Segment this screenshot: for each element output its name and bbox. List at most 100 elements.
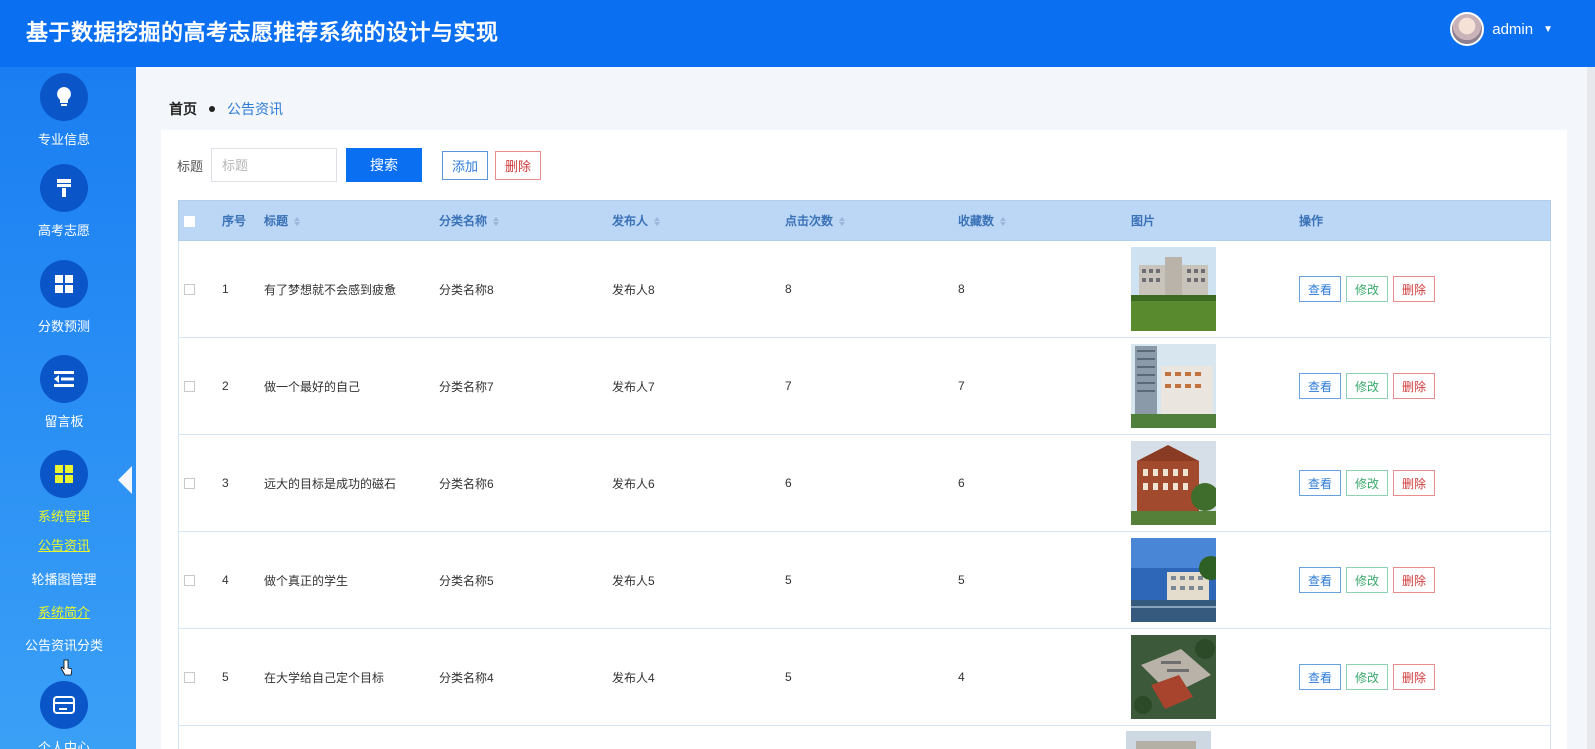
sort-icon[interactable]	[294, 217, 301, 227]
cell-publisher: 发布人5	[612, 573, 655, 588]
sort-icon[interactable]	[839, 217, 846, 227]
cell-category: 分类名称6	[439, 476, 494, 491]
submenu-system-intro[interactable]: 系统简介	[0, 602, 128, 621]
column-header-category[interactable]: 分类名称	[439, 212, 612, 229]
edit-button[interactable]: 修改	[1346, 664, 1388, 690]
cell-favorites: 8	[958, 282, 965, 296]
sidebar-item-label: 分数预测	[37, 319, 90, 334]
select-all-checkbox[interactable]	[184, 215, 195, 227]
batch-delete-button[interactable]: 删除	[495, 150, 542, 180]
user-menu[interactable]: admin ▼	[1450, 12, 1553, 46]
cell-title: 做一个最好的自己	[264, 379, 361, 394]
table-header: 序号 标题 分类名称 发布人 点击次数 收藏数 图片 操作	[178, 200, 1551, 241]
cell-title: 远大的目标是成功的磁石	[264, 476, 397, 491]
cell-favorites: 5	[958, 573, 965, 587]
cell-title: 有了梦想就不会感到疲惫	[264, 282, 397, 297]
column-header-title[interactable]: 标题	[264, 212, 439, 229]
row-checkbox[interactable]	[184, 672, 195, 684]
row-checkbox[interactable]	[184, 381, 195, 393]
sort-icon[interactable]	[493, 217, 500, 227]
cell-clicks: 6	[785, 476, 792, 490]
top-header: 基于数据挖掘的高考志愿推荐系统的设计与实现 admin ▼	[0, 0, 1595, 67]
breadcrumb-home[interactable]: 首页	[169, 99, 197, 119]
sidebar: 专业信息 高考志愿 分数预测 留言板 系统管理 公告资讯 轮播图管理 系统简介 …	[0, 67, 136, 749]
edit-button[interactable]: 修改	[1346, 373, 1388, 399]
submenu-carousel[interactable]: 轮播图管理	[0, 569, 128, 588]
system-title: 基于数据挖掘的高考志愿推荐系统的设计与实现	[26, 20, 499, 45]
search-label: 标题	[177, 158, 204, 174]
sidebar-item-system-management[interactable]: 系统管理	[0, 450, 128, 525]
lightbulb-icon	[40, 73, 88, 121]
cell-index: 1	[222, 282, 229, 296]
cell-category: 分类名称7	[439, 379, 494, 394]
edit-button[interactable]: 修改	[1346, 567, 1388, 593]
column-header-clicks[interactable]: 点击次数	[785, 212, 958, 229]
sidebar-item-label: 个人中心	[37, 740, 90, 749]
cell-index: 5	[222, 670, 229, 684]
submenu-announcement-category[interactable]: 公告资讯分类	[0, 635, 128, 654]
grid-icon	[40, 260, 88, 308]
cell-clicks: 5	[785, 670, 792, 684]
delete-button[interactable]: 删除	[1393, 276, 1435, 302]
delete-button[interactable]: 删除	[1393, 373, 1435, 399]
sidebar-item-volunteer[interactable]: 高考志愿	[0, 164, 128, 239]
sort-icon[interactable]	[654, 217, 661, 227]
cell-index: 4	[222, 573, 229, 587]
delete-button[interactable]: 删除	[1393, 664, 1435, 690]
table-row-partial	[178, 726, 1551, 749]
row-checkbox[interactable]	[184, 575, 195, 587]
delete-button[interactable]: 删除	[1393, 470, 1435, 496]
delete-button[interactable]: 删除	[1393, 567, 1435, 593]
chevron-down-icon[interactable]: ▼	[1543, 24, 1553, 35]
view-button[interactable]: 查看	[1299, 664, 1341, 690]
campus-building-image[interactable]	[1126, 731, 1211, 749]
sidebar-item-personal-center[interactable]: 个人中心	[0, 681, 128, 749]
campus-building-image[interactable]	[1131, 441, 1216, 525]
view-button[interactable]: 查看	[1299, 276, 1341, 302]
menu-fold-icon	[40, 355, 88, 403]
scrollbar[interactable]	[1587, 67, 1595, 749]
edit-button[interactable]: 修改	[1346, 276, 1388, 302]
view-button[interactable]: 查看	[1299, 470, 1341, 496]
search-bar: 标题 搜索 添加 删除	[177, 148, 542, 182]
table-row: 3 远大的目标是成功的磁石 分类名称6 发布人6 6 6 查看 修改 删除	[178, 435, 1551, 532]
table-row: 2 做一个最好的自己 分类名称7 发布人7 7 7 查看 修改 删除	[178, 338, 1551, 435]
pointer-cursor-icon	[60, 659, 72, 676]
active-indicator	[118, 466, 132, 494]
sidebar-item-major-info[interactable]: 专业信息	[0, 73, 128, 148]
username[interactable]: admin	[1492, 21, 1533, 38]
column-header-image: 图片	[1131, 214, 1156, 228]
table-row: 4 做个真正的学生 分类名称5 发布人5 5 5 查看 修改 删除	[178, 532, 1551, 629]
search-button[interactable]: 搜索	[346, 148, 423, 182]
sort-icon[interactable]	[1000, 217, 1007, 227]
cell-category: 分类名称8	[439, 282, 494, 297]
table-row: 5 在大学给自己定个目标 分类名称4 发布人4 5 4 查看 修改 删除	[178, 629, 1551, 726]
sidebar-item-message-board[interactable]: 留言板	[0, 355, 128, 430]
row-checkbox[interactable]	[184, 284, 195, 296]
column-header-favorites[interactable]: 收藏数	[958, 212, 1131, 229]
cell-publisher: 发布人4	[612, 670, 655, 685]
edit-button[interactable]: 修改	[1346, 470, 1388, 496]
campus-building-image[interactable]	[1131, 635, 1216, 719]
cell-category: 分类名称4	[439, 670, 494, 685]
row-checkbox[interactable]	[184, 478, 195, 490]
avatar[interactable]	[1450, 12, 1485, 46]
campus-building-image[interactable]	[1131, 538, 1216, 622]
column-header-label: 分类名称	[439, 214, 488, 228]
submenu-announcements[interactable]: 公告资讯	[0, 535, 128, 554]
cell-favorites: 4	[958, 670, 965, 684]
sidebar-item-label: 专业信息	[37, 132, 90, 147]
cell-publisher: 发布人6	[612, 476, 655, 491]
cell-title: 做个真正的学生	[264, 573, 349, 588]
campus-building-image[interactable]	[1131, 247, 1216, 331]
view-button[interactable]: 查看	[1299, 373, 1341, 399]
add-button[interactable]: 添加	[442, 150, 489, 180]
campus-building-image[interactable]	[1131, 344, 1216, 428]
view-button[interactable]: 查看	[1299, 567, 1341, 593]
sidebar-item-label: 高考志愿	[37, 223, 90, 238]
cell-favorites: 7	[958, 379, 965, 393]
sidebar-item-score-predict[interactable]: 分数预测	[0, 260, 128, 335]
breadcrumb-separator	[209, 106, 215, 112]
column-header-publisher[interactable]: 发布人	[612, 212, 785, 229]
search-input[interactable]	[211, 148, 338, 182]
